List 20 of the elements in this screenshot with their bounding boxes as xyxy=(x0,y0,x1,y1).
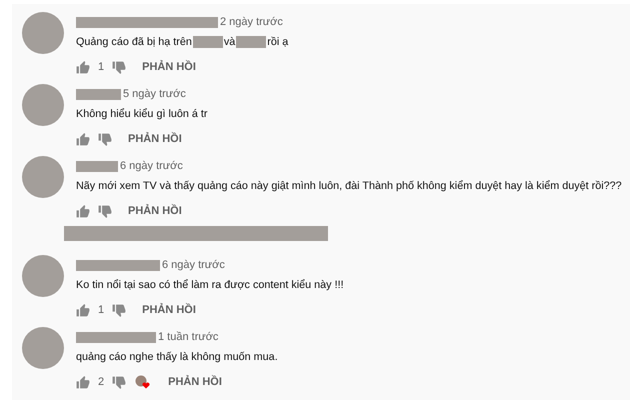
comment-time: 6 ngày trước xyxy=(120,160,183,172)
like-count: 1 xyxy=(98,61,104,73)
comment-time: 5 ngày trước xyxy=(123,88,186,100)
comment-text: Quảng cáo đã bị hạ trên xyxy=(76,36,192,48)
reply-button[interactable]: PHẢN HỒI xyxy=(160,376,222,388)
comment-text: Ko tin nổi tại sao có thể làm ra được content kiểu này !!! xyxy=(76,279,344,291)
comment-text: rồi ạ xyxy=(267,36,288,48)
like-count: 1 xyxy=(98,304,104,316)
reply-button[interactable]: PHẢN HỒI xyxy=(120,205,182,217)
comment-text: Nãy mới xem TV và thấy quảng cáo này giật mình luôn, đài Thành phố không kiểm duyệt hay là kiểm duyệt rồi??? xyxy=(76,180,622,192)
comment-text: và xyxy=(224,36,236,48)
reply-button[interactable]: PHẢN HỒI xyxy=(120,133,182,145)
comment-text: Không hiểu kiểu gì luôn á tr xyxy=(76,108,208,120)
reply-button[interactable]: PHẢN HỒI xyxy=(134,61,196,73)
like-count: 2 xyxy=(98,376,104,388)
comment-time: 1 tuần trước xyxy=(158,331,218,343)
comment-text: quảng cáo nghe thấy là không muốn mua. xyxy=(76,351,278,363)
comment-time: 6 ngày trước xyxy=(162,259,225,271)
comment-time: 2 ngày trước xyxy=(220,16,283,28)
reply-button[interactable]: PHẢN HỒI xyxy=(134,304,196,316)
